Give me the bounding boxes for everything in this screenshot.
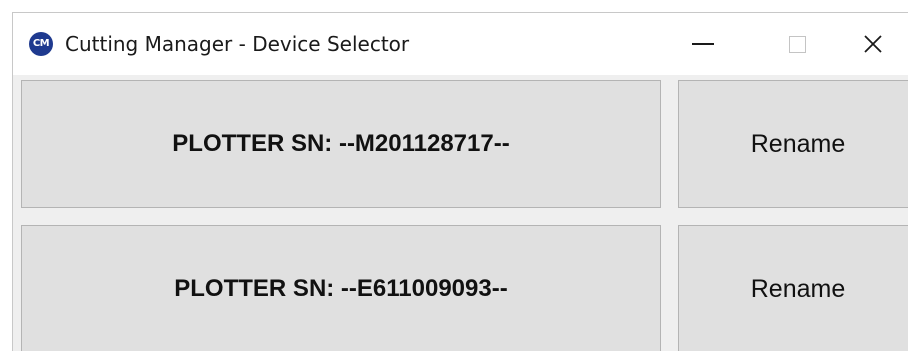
device-button-1[interactable]: PLOTTER SN: --M201128717-- (21, 80, 661, 208)
close-button[interactable] (835, 13, 908, 75)
minimize-icon (692, 43, 714, 45)
device-selector-window: CM Cutting Manager - Device Selector PLO… (12, 12, 908, 351)
minimize-button[interactable] (665, 13, 741, 75)
window-title: Cutting Manager - Device Selector (65, 32, 410, 56)
rename-button-1[interactable]: Rename (678, 80, 908, 208)
close-icon (864, 35, 882, 53)
rename-button-2[interactable]: Rename (678, 225, 908, 351)
app-icon: CM (29, 32, 53, 56)
maximize-button[interactable] (759, 13, 835, 75)
title-bar[interactable]: CM Cutting Manager - Device Selector (13, 13, 908, 75)
maximize-icon (788, 35, 806, 53)
device-list: PLOTTER SN: --M201128717-- Rename PLOTTE… (13, 75, 908, 351)
device-button-2[interactable]: PLOTTER SN: --E611009093-- (21, 225, 661, 351)
